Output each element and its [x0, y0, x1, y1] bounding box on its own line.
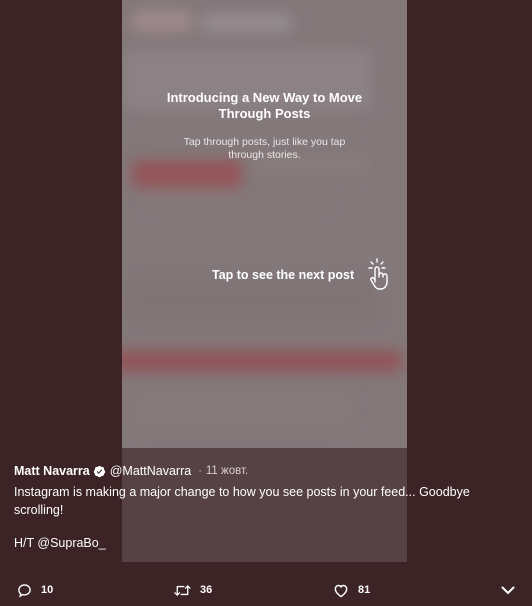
- retweet-button[interactable]: 36: [174, 580, 212, 600]
- intro-subtitle: Tap through posts, just like you tap thr…: [183, 136, 346, 161]
- retweet-icon: [174, 584, 191, 596]
- video-dim-overlay: [122, 0, 407, 448]
- header-separator: ·: [198, 465, 202, 477]
- video-player[interactable]: Introducing a New Way to Move Through Po…: [122, 0, 407, 448]
- reply-button[interactable]: 10: [17, 580, 53, 600]
- tweet-credit[interactable]: H/T @SupraBo_: [14, 536, 106, 550]
- author-handle[interactable]: @MattNavarra: [110, 464, 191, 478]
- chevron-down-icon[interactable]: [500, 582, 516, 598]
- verified-badge-icon: [93, 465, 106, 478]
- tweet-text: Instagram is making a major change to ho…: [14, 485, 470, 517]
- retweet-count: 36: [200, 584, 213, 596]
- reply-icon: [18, 583, 31, 598]
- tweet-date[interactable]: 11 жовт.: [206, 465, 248, 477]
- tweet-header: Matt Navarra @MattNavarra · 11 жовт.: [14, 462, 248, 480]
- like-button[interactable]: 81: [333, 580, 370, 600]
- tap-hint: Tap to see the next post: [212, 258, 392, 292]
- tweet-media-card: Introducing a New Way to Move Through Po…: [0, 0, 532, 606]
- tap-hint-label: Tap to see the next post: [212, 268, 355, 282]
- reply-count: 10: [41, 584, 54, 596]
- like-count: 81: [358, 584, 371, 596]
- author-name[interactable]: Matt Navarra: [14, 464, 90, 478]
- tap-hand-icon: [367, 258, 391, 292]
- intro-title: Introducing a New Way to Move Through Po…: [166, 90, 363, 121]
- heart-icon: [334, 584, 348, 597]
